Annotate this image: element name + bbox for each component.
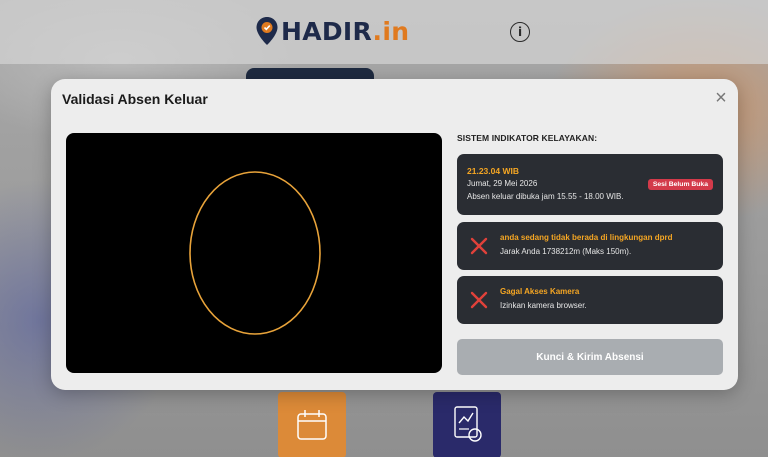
calendar-icon <box>297 410 327 440</box>
close-icon[interactable]: × <box>712 88 730 108</box>
session-date: Jumat, 29 Mei 2026 <box>467 179 538 188</box>
location-check-title: anda sedang tidak berada di lingkungan d… <box>500 233 673 242</box>
hadir-logo: HADIR.in <box>255 14 409 48</box>
status-badge: Sesi Belum Buka <box>647 179 713 190</box>
calendar-tile[interactable] <box>278 392 346 457</box>
session-time: 21.23.04 WIB <box>467 166 519 176</box>
report-icon <box>454 406 482 442</box>
location-check-card: anda sedang tidak berada di lingkungan d… <box>457 222 723 270</box>
validation-modal: Validasi Absen Keluar × SISTEM INDIKATOR… <box>51 79 738 390</box>
camera-check-title: Gagal Akses Kamera <box>500 287 580 296</box>
camera-preview <box>66 133 442 373</box>
session-note: Absen keluar dibuka jam 15.55 - 18.00 WI… <box>467 192 624 201</box>
camera-check-detail: Izinkan kamera browser. <box>500 301 587 310</box>
session-card: 21.23.04 WIB Jumat, 29 Mei 2026 Absen ke… <box>457 154 723 215</box>
info-icon[interactable]: i <box>510 22 530 42</box>
location-check-detail: Jarak Anda 1738212m (Maks 150m). <box>500 247 632 256</box>
x-icon <box>470 237 488 255</box>
indicator-heading: SISTEM INDIKATOR KELAYAKAN: <box>457 133 598 143</box>
submit-attendance-button[interactable]: Kunci & Kirim Absensi <box>457 339 723 375</box>
report-tile[interactable] <box>433 392 501 457</box>
camera-check-card: Gagal Akses Kamera Izinkan kamera browse… <box>457 276 723 324</box>
eligibility-panel: SISTEM INDIKATOR KELAYAKAN: 21.23.04 WIB… <box>457 133 723 324</box>
logo-suffix: .in <box>372 16 410 46</box>
logo-text: HADIR <box>281 16 373 46</box>
modal-title: Validasi Absen Keluar <box>62 91 208 107</box>
x-icon <box>470 291 488 309</box>
face-guide-oval <box>189 171 321 335</box>
location-pin-icon <box>256 17 278 45</box>
